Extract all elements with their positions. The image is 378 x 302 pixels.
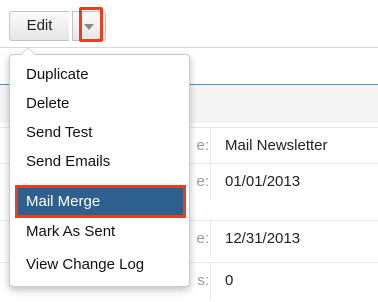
dropdown-highlight-box [79,7,103,42]
field-value: 12/31/2013 [225,230,301,247]
row-separator [210,128,211,164]
menu-pointer-inner [21,48,35,55]
field-label: s: [197,272,209,289]
edit-button[interactable]: Edit [9,11,69,41]
menu-item-mark-as-sent[interactable]: Mark As Sent [18,218,183,245]
field-value: Mail Newsletter [225,137,328,154]
field-value: 01/01/2013 [225,173,301,190]
menu-item-send-emails[interactable]: Send Emails [18,148,183,175]
row-separator [210,164,211,200]
menu-item-delete[interactable]: Delete [18,90,183,117]
row-separator [210,263,211,299]
field-value: 0 [225,272,234,289]
menu-item-view-change-log[interactable]: View Change Log [18,251,183,278]
field-label: e: [196,137,209,154]
panel-divider [0,47,378,48]
field-label: e: [196,230,209,247]
menu-item-duplicate[interactable]: Duplicate [18,61,183,88]
actions-menu: Duplicate Delete Send Test Send Emails M… [9,47,190,287]
row-separator [210,221,211,257]
field-label: e: [196,173,209,190]
menu-item-send-test[interactable]: Send Test [18,119,183,146]
menu-item-mail-merge[interactable]: Mail Merge [18,188,183,215]
